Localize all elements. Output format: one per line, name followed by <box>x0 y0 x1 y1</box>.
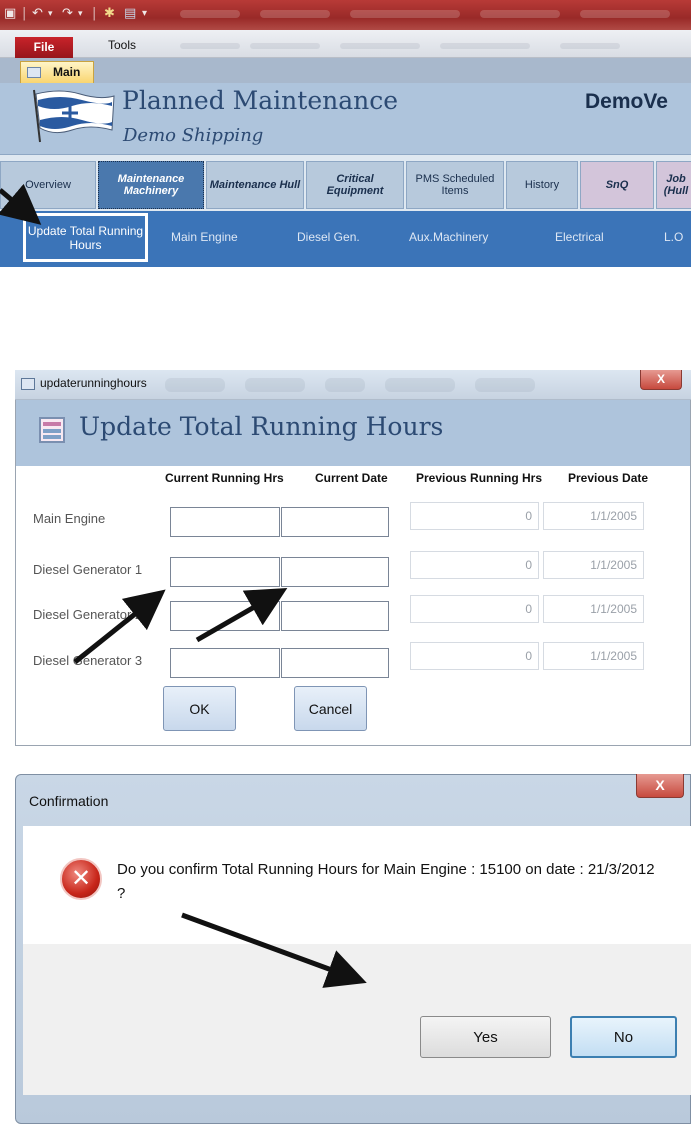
close-icon[interactable]: X <box>640 370 682 390</box>
tab-snq[interactable]: SnQ <box>580 161 654 209</box>
form-icon <box>27 67 41 78</box>
tab-maintenance-hull[interactable]: Maintenance Hull <box>206 161 304 209</box>
no-button[interactable]: No <box>570 1016 677 1058</box>
form-content-area <box>0 267 691 372</box>
tab-overview[interactable]: Overview <box>0 161 96 209</box>
subtab-lo[interactable]: L.O <box>664 230 683 244</box>
cancel-button[interactable]: Cancel <box>294 686 367 731</box>
current-hrs-input[interactable] <box>170 648 280 678</box>
col-current-date: Current Date <box>315 471 388 485</box>
row-label: Diesel Generator 2 <box>33 607 143 622</box>
ribbon-bar <box>0 30 691 58</box>
current-hrs-input[interactable] <box>170 507 280 537</box>
app-title: Planned Maintenance <box>122 86 399 115</box>
tab-history[interactable]: History <box>506 161 578 209</box>
col-previous-running-hrs: Previous Running Hrs <box>416 471 543 485</box>
main-tab-label: Main <box>53 65 81 79</box>
tools-tab[interactable]: Tools <box>108 38 136 52</box>
error-icon: ✕ <box>60 858 102 900</box>
tools-icon[interactable]: ✱ <box>104 6 115 21</box>
confirmation-title: Confirmation <box>29 793 109 809</box>
previous-hrs-field: 0 <box>410 642 539 670</box>
row-label: Diesel Generator 3 <box>33 653 143 668</box>
current-date-input[interactable] <box>281 507 389 537</box>
access-window: ▣ | ↶ ▾ ↷ ▾ | ✱ ▤ ▾ File Tools Main Plan… <box>0 0 691 372</box>
form-window-icon <box>21 378 35 390</box>
vessel-name: DemoVe <box>585 90 668 113</box>
dropdown-arrow-icon[interactable]: ▾ <box>48 9 53 19</box>
previous-hrs-field: 0 <box>410 502 539 530</box>
current-date-input[interactable] <box>281 648 389 678</box>
document-tab-strip <box>0 58 691 83</box>
yes-button[interactable]: Yes <box>420 1016 551 1058</box>
company-flag-logo <box>33 89 115 143</box>
access-app-icon[interactable]: ▣ <box>4 6 16 21</box>
document-icon[interactable]: ▤ <box>124 6 136 21</box>
subtab-update-total-running-hours[interactable]: Update Total Running Hours <box>23 213 148 262</box>
confirmation-message: Do you confirm Total Running Hours for M… <box>117 861 655 902</box>
col-previous-date: Previous Date <box>568 471 649 485</box>
tab-maintenance-machinery[interactable]: Maintenance Machinery <box>98 161 204 209</box>
col-current-running-hrs: Current Running Hrs <box>165 471 284 485</box>
separator: | <box>22 6 27 21</box>
subtab-electrical[interactable]: Electrical <box>555 230 604 244</box>
subtab-diesel-gen[interactable]: Diesel Gen. <box>297 230 360 244</box>
subtab-main-engine[interactable]: Main Engine <box>171 230 238 244</box>
current-date-input[interactable] <box>281 557 389 587</box>
row-label: Main Engine <box>33 511 106 526</box>
previous-date-field: 1/1/2005 <box>543 642 644 670</box>
row-label: Diesel Generator 1 <box>33 562 143 577</box>
tab-job-hull[interactable]: Job (Hull <box>656 161 691 209</box>
ok-button[interactable]: OK <box>163 686 236 731</box>
quick-access-toolbar: ▣ | ↶ ▾ ↷ ▾ | ✱ ▤ ▾ <box>0 0 691 30</box>
previous-hrs-field: 0 <box>410 551 539 579</box>
current-hrs-input[interactable] <box>170 557 280 587</box>
company-name: Demo Shipping <box>123 125 264 146</box>
current-date-input[interactable] <box>281 601 389 631</box>
separator: | <box>92 6 97 21</box>
undo-icon[interactable]: ↶ <box>32 6 43 21</box>
dialog-caption: updaterunninghours <box>40 376 147 390</box>
previous-hrs-field: 0 <box>410 595 539 623</box>
tab-critical-equipment[interactable]: Critical Equipment <box>306 161 404 209</box>
tab-pms-scheduled-items[interactable]: PMS Scheduled Items <box>406 161 504 209</box>
previous-date-field: 1/1/2005 <box>543 502 644 530</box>
redo-icon[interactable]: ↷ <box>62 6 73 21</box>
main-document-tab[interactable]: Main <box>20 61 94 83</box>
dropdown-arrow-icon[interactable]: ▾ <box>78 9 83 19</box>
current-hrs-input[interactable] <box>170 601 280 631</box>
form-icon <box>39 417 65 443</box>
close-icon[interactable]: X <box>636 774 684 798</box>
previous-date-field: 1/1/2005 <box>543 595 644 623</box>
form-title: Update Total Running Hours <box>79 412 444 441</box>
file-tab[interactable]: File <box>15 37 73 58</box>
previous-date-field: 1/1/2005 <box>543 551 644 579</box>
customize-toolbar-icon[interactable]: ▾ <box>142 8 147 19</box>
subtab-aux-machinery[interactable]: Aux.Machinery <box>409 230 488 244</box>
